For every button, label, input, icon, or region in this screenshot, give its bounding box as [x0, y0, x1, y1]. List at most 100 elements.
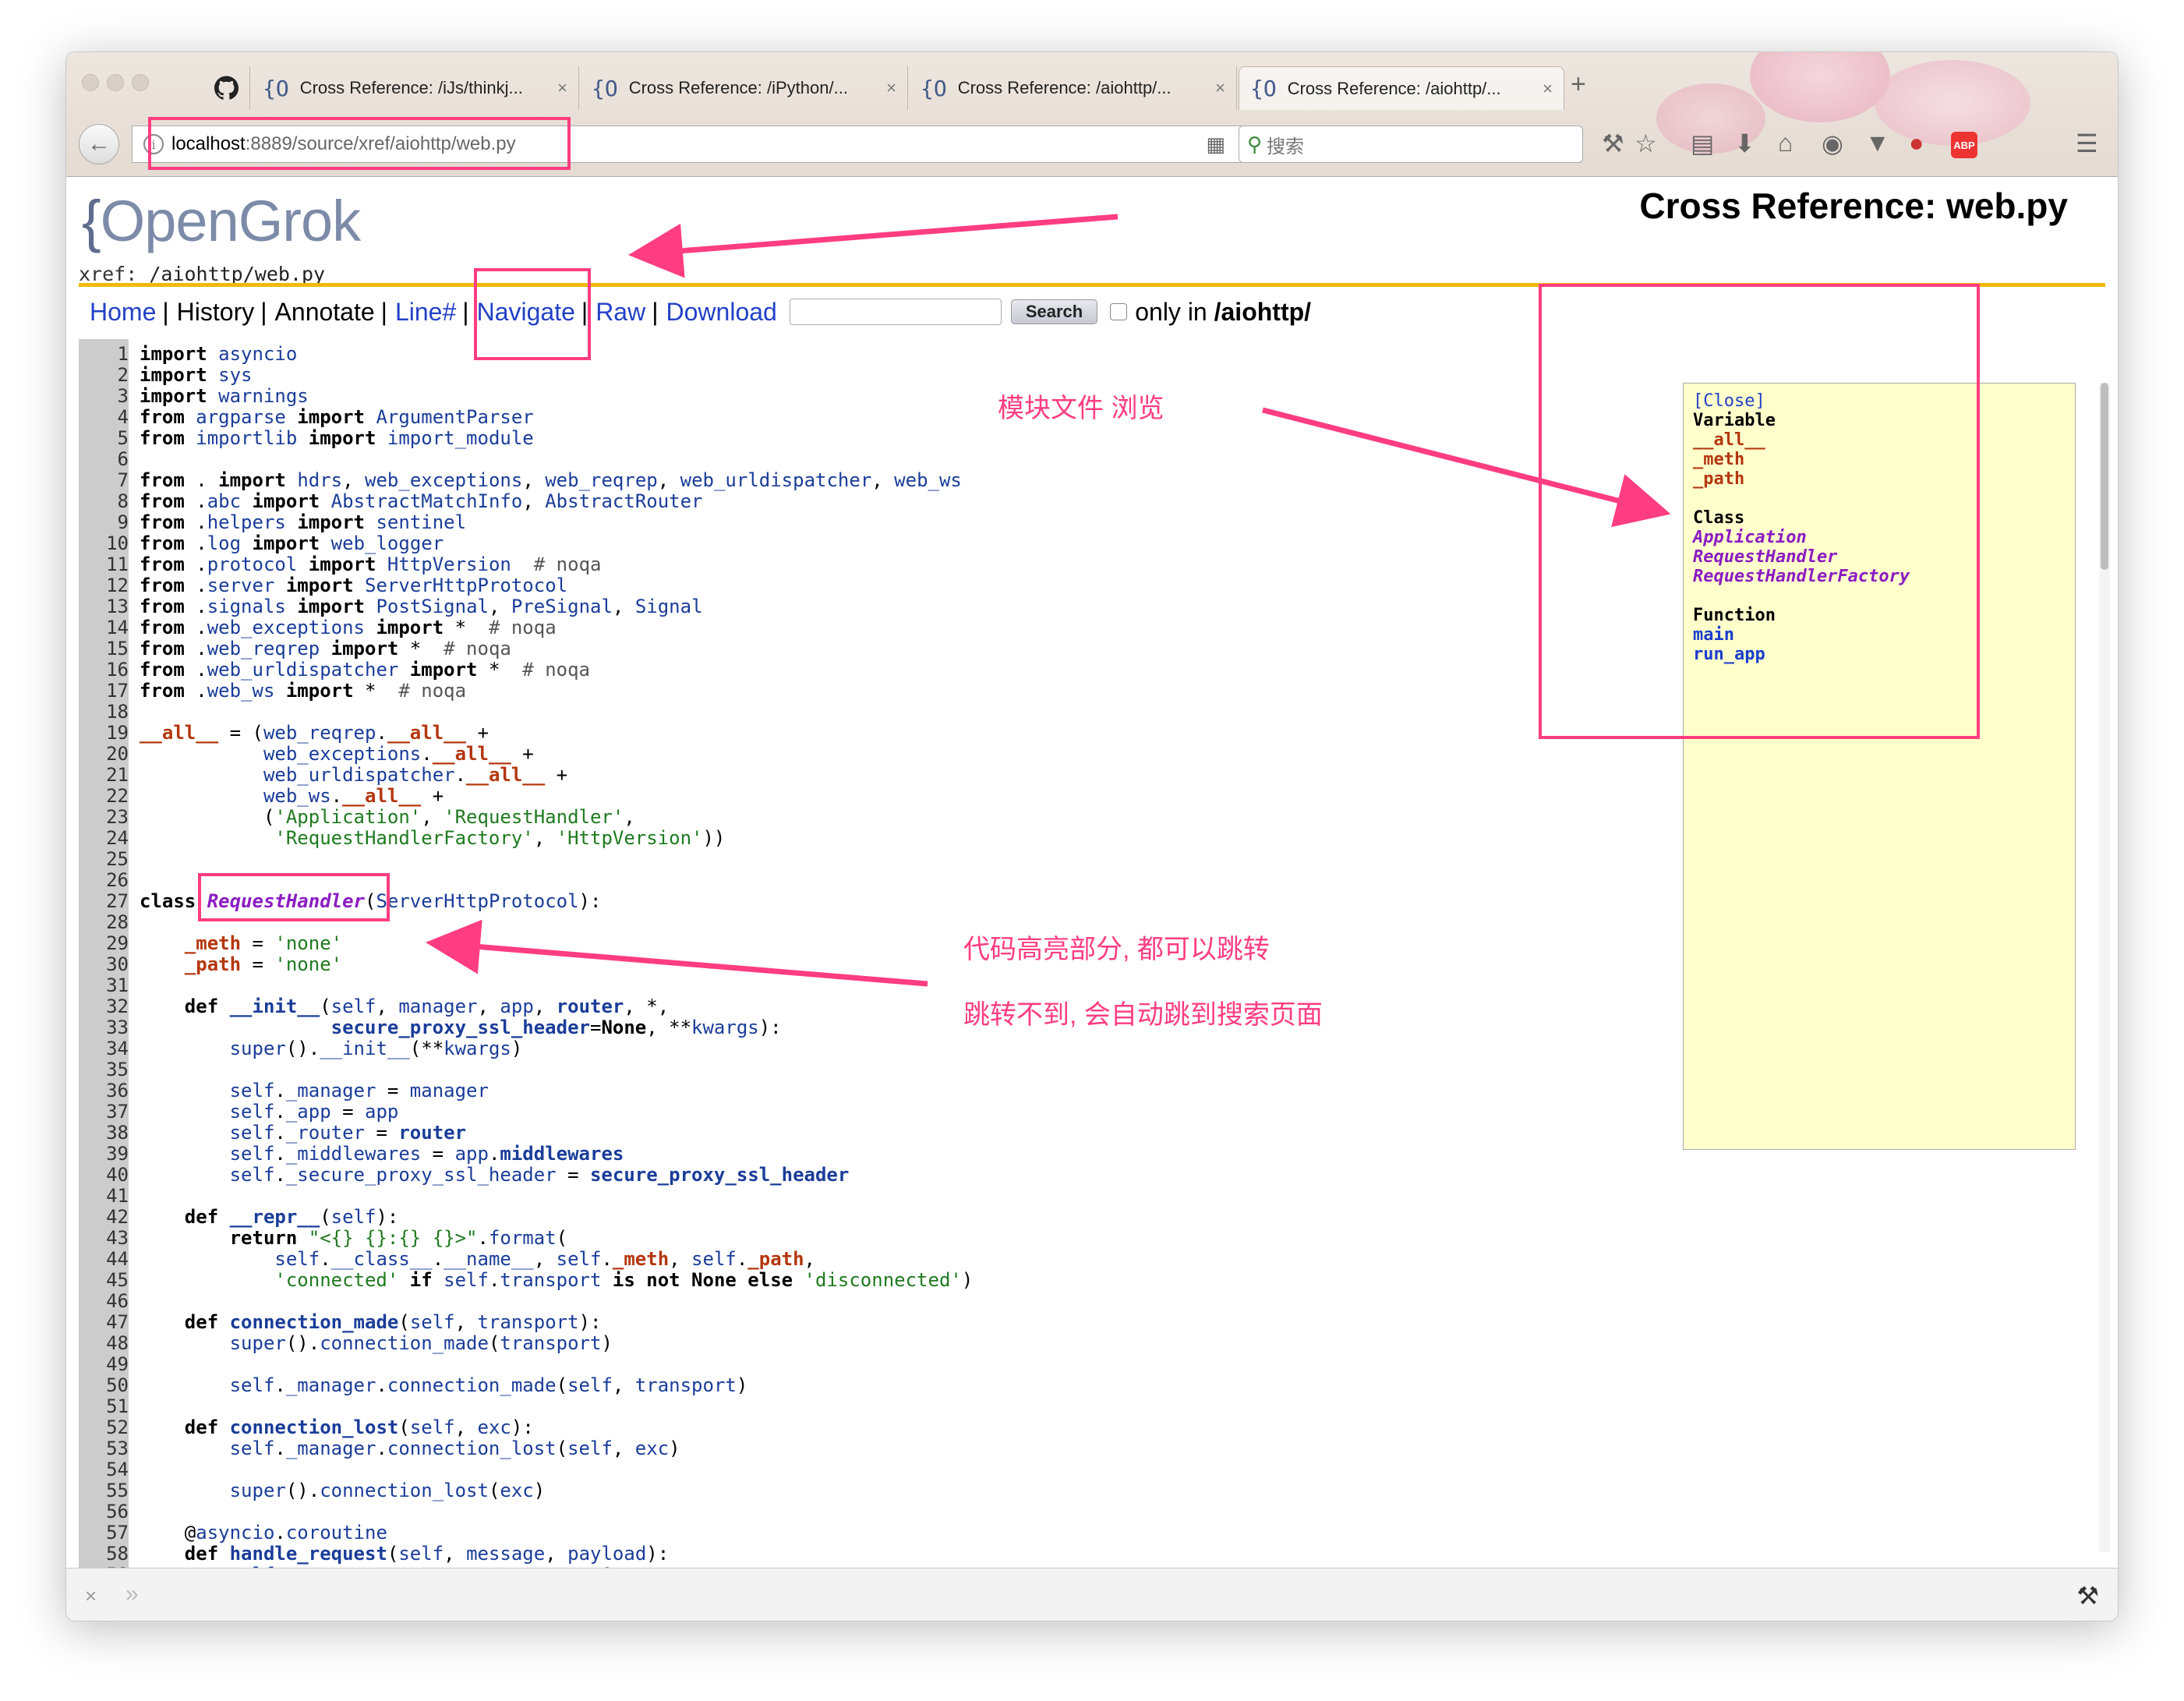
chrome-icon[interactable]: ●	[1909, 129, 1924, 157]
line-number[interactable]: 3	[79, 386, 129, 407]
code-symbol-link[interactable]: router	[557, 995, 624, 1017]
line-number[interactable]: 11	[79, 554, 129, 575]
reading-list-icon[interactable]: ▤	[1691, 129, 1714, 158]
code-symbol-link[interactable]: PostSignal	[376, 596, 489, 617]
line-number[interactable]: 15	[79, 638, 129, 660]
tools-icon[interactable]: ⚒	[1602, 129, 1624, 158]
menu-download[interactable]: Download	[666, 298, 777, 327]
code-symbol-link[interactable]: self	[331, 995, 376, 1017]
code-symbol-link[interactable]: _meth	[613, 1248, 669, 1270]
line-number[interactable]: 8	[79, 491, 129, 512]
line-number[interactable]: 50	[79, 1375, 129, 1396]
tab-aiohttp-1[interactable]: {O Cross Reference: /aiohttp/... ×	[910, 66, 1237, 110]
code-symbol-link[interactable]: __name__	[444, 1248, 534, 1270]
line-number[interactable]: 10	[79, 533, 129, 554]
code-symbol-link[interactable]: kwargs	[691, 1017, 759, 1038]
code-symbol-link[interactable]: _path	[747, 1248, 804, 1270]
code-symbol-link[interactable]: self	[410, 1416, 455, 1438]
code-symbol-link[interactable]: __init__	[320, 1038, 410, 1059]
code-symbol-link[interactable]: self	[691, 1248, 737, 1270]
code-symbol-link[interactable]: app	[365, 1101, 398, 1123]
code-symbol-link[interactable]: format	[489, 1227, 557, 1249]
code-symbol-link[interactable]: connection_lost	[230, 1416, 399, 1438]
line-number[interactable]: 19	[79, 723, 129, 744]
code-symbol-link[interactable]: app	[500, 995, 533, 1017]
code-symbol-link[interactable]: asyncio	[196, 1522, 274, 1544]
line-number[interactable]: 45	[79, 1270, 129, 1291]
line-number[interactable]: 55	[79, 1480, 129, 1501]
code-symbol-link[interactable]: router	[398, 1122, 466, 1144]
line-number[interactable]: 4	[79, 407, 129, 428]
download-icon[interactable]: ⬇	[1734, 129, 1755, 158]
code-symbol-link[interactable]: exc	[635, 1438, 669, 1459]
line-number[interactable]: 22	[79, 786, 129, 807]
code-symbol-link[interactable]: connection_made	[387, 1374, 557, 1396]
code-symbol-link[interactable]: __init__	[230, 995, 320, 1017]
code-symbol-link[interactable]: __all__	[466, 764, 545, 786]
code-symbol-link[interactable]: web_exceptions	[263, 743, 421, 765]
line-number[interactable]: 35	[79, 1059, 129, 1080]
tab-close-icon[interactable]: ×	[886, 78, 896, 98]
code-symbol-link[interactable]: _manager	[286, 1438, 376, 1459]
code-symbol-link[interactable]: self	[230, 1438, 275, 1459]
code-symbol-link[interactable]: web_logger	[331, 532, 444, 554]
code-symbol-link[interactable]: server	[207, 575, 275, 596]
window-close-dot[interactable]	[82, 74, 99, 91]
code-symbol-link[interactable]: self	[557, 1248, 602, 1270]
code-symbol-link[interactable]: web_ws	[263, 785, 331, 807]
line-number[interactable]: 13	[79, 596, 129, 617]
tab-github[interactable]	[203, 66, 250, 110]
code-symbol-link[interactable]: abc	[207, 490, 241, 512]
code-symbol-link[interactable]: self	[567, 1438, 613, 1459]
line-number[interactable]: 24	[79, 828, 129, 849]
code-symbol-link[interactable]: connection_lost	[320, 1480, 489, 1501]
code-symbol-link[interactable]: connection_made	[230, 1311, 399, 1333]
code-symbol-link[interactable]: ServerHttpProtocol	[365, 575, 567, 596]
code-symbol-link[interactable]: super	[230, 1038, 286, 1059]
code-symbol-link[interactable]: sentinel	[376, 511, 466, 533]
code-symbol-link[interactable]: PreSignal	[511, 596, 613, 617]
line-number[interactable]: 25	[79, 849, 129, 870]
code-symbol-link[interactable]: self	[230, 1122, 275, 1144]
line-number[interactable]: 34	[79, 1038, 129, 1059]
code-symbol-link[interactable]: web_exceptions	[365, 469, 522, 491]
bookmark-star-icon[interactable]: ☆	[1634, 129, 1657, 158]
code-symbol-link[interactable]: _path	[185, 953, 241, 975]
tab-aiohttp-active[interactable]: {O Cross Reference: /aiohttp/... ×	[1239, 66, 1564, 110]
code-symbol-link[interactable]: self	[274, 1248, 320, 1270]
navigate-symbol-link[interactable]: main	[1693, 625, 1910, 645]
scrollbar-thumb[interactable]	[2101, 383, 2108, 570]
adblock-icon[interactable]: ABP	[1951, 132, 1977, 158]
code-symbol-link[interactable]: transport	[635, 1374, 737, 1396]
code-symbol-link[interactable]: _secure_proxy_ssl_header	[286, 1164, 557, 1186]
line-number[interactable]: 9	[79, 512, 129, 533]
line-number[interactable]: 5	[79, 428, 129, 449]
tab-ipython[interactable]: {O Cross Reference: /iPython/... ×	[581, 66, 908, 110]
code-symbol-link[interactable]: self	[230, 1143, 275, 1165]
code-symbol-link[interactable]: _manager	[286, 1374, 376, 1396]
code-symbol-link[interactable]: __all__	[433, 743, 511, 765]
code-symbol-link[interactable]: __all__	[140, 722, 218, 744]
code-symbol-link[interactable]: __repr__	[230, 1206, 320, 1228]
line-number[interactable]: 49	[79, 1354, 129, 1375]
code-symbol-link[interactable]: self	[230, 1101, 275, 1123]
line-number[interactable]: 54	[79, 1459, 129, 1480]
code-symbol-link[interactable]: hdrs	[297, 469, 342, 491]
new-tab-button[interactable]: +	[1571, 69, 1586, 100]
code-symbol-link[interactable]: secure_proxy_ssl_header	[331, 1017, 590, 1038]
line-number[interactable]: 38	[79, 1123, 129, 1144]
code-symbol-link[interactable]: ArgumentParser	[376, 406, 533, 428]
line-number[interactable]: 12	[79, 575, 129, 596]
code-symbol-link[interactable]: connection_lost	[387, 1438, 557, 1459]
code-symbol-link[interactable]: asyncio	[218, 343, 297, 365]
code-symbol-link[interactable]: transport	[478, 1311, 579, 1333]
search-box[interactable]: ⚲ 搜索	[1239, 126, 1583, 163]
chevron-right-icon[interactable]: »	[125, 1581, 139, 1607]
code-symbol-link[interactable]: self	[444, 1269, 489, 1291]
line-number[interactable]: 1	[79, 344, 129, 365]
line-number[interactable]: 37	[79, 1102, 129, 1123]
opengrok-logo[interactable]: {OpenGrok	[82, 188, 361, 254]
line-number[interactable]: 31	[79, 975, 129, 996]
line-number[interactable]: 40	[79, 1165, 129, 1186]
url-bar[interactable]: i localhost:8889/source/xref/aiohttp/web…	[132, 126, 1281, 163]
